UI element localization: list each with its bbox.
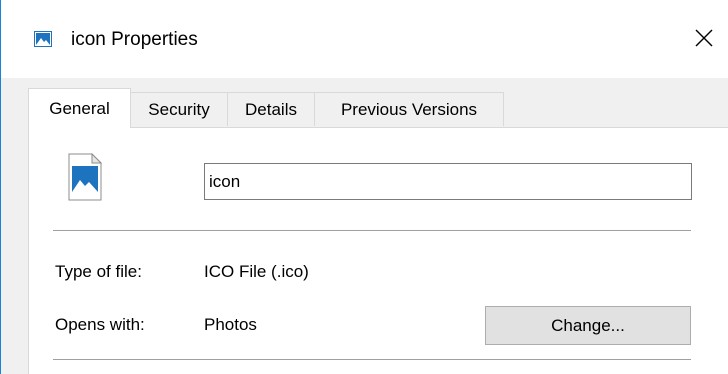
opens-with-value: Photos [204,315,257,334]
image-file-icon [68,152,103,201]
opens-with-label: Opens with: [55,315,145,334]
change-button[interactable]: Change... [485,306,691,345]
tab-security[interactable]: Security [130,92,228,126]
type-of-file-value: ICO File (.ico) [204,262,309,281]
properties-window: icon Properties General Security Details… [0,0,728,374]
tab-details[interactable]: Details [227,92,315,126]
divider [53,230,691,231]
file-name-field[interactable] [204,163,692,200]
divider [53,359,691,360]
type-of-file-label: Type of file: [55,262,142,281]
window-title: icon Properties [71,29,198,50]
image-file-icon [34,31,52,47]
tab-general[interactable]: General [28,88,131,128]
tab-previous-versions[interactable]: Previous Versions [314,92,504,126]
close-button[interactable] [681,20,727,60]
close-icon [695,29,713,52]
title-bar[interactable]: icon Properties [1,0,728,78]
